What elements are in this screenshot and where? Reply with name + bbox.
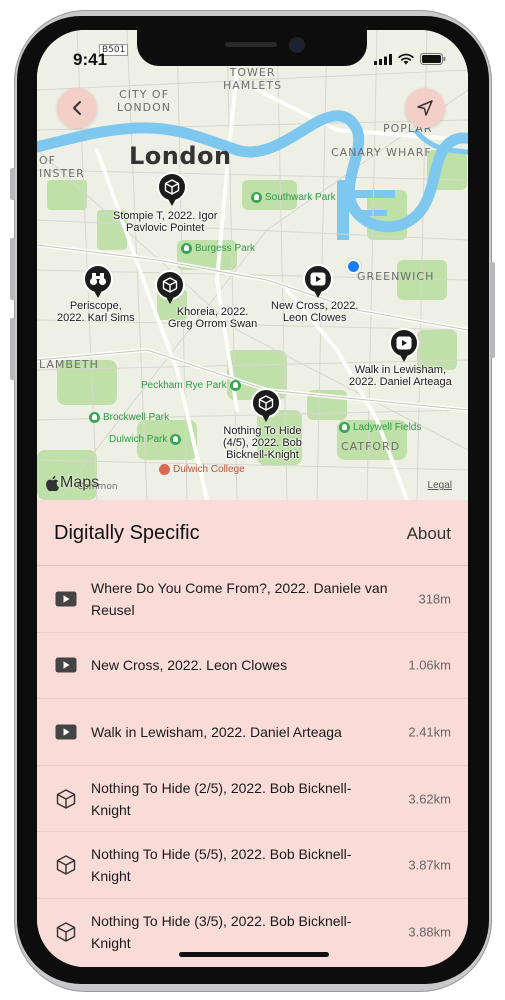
- list-item-title: Nothing To Hide (5/5), 2022. Bob Bicknel…: [91, 846, 352, 885]
- park-icon: [181, 243, 192, 254]
- chevron-left-icon: [73, 101, 81, 115]
- park-label-dulwich: Dulwich Park: [109, 434, 182, 445]
- list-item-title: Nothing To Hide (3/5), 2022. Bob Bicknel…: [91, 913, 352, 952]
- map-pin-label-stompie: Stompie T, 2022. Igor Pavlovic Pointet: [113, 210, 218, 234]
- location-arrow-icon: [417, 100, 433, 116]
- list-item-distance: 3.87km: [408, 857, 451, 873]
- map-label-canary-wharf: CANARY WHARF: [331, 146, 432, 159]
- park-label-burgess: Burgess Park: [181, 243, 255, 254]
- speaker-grille: [225, 42, 277, 47]
- sheet-header: Digitally Specific About: [37, 500, 468, 566]
- map-pin-label-nothing-to-hide-4: Nothing To Hide (4/5), 2022. Bob Bicknel…: [223, 425, 302, 461]
- back-button[interactable]: [57, 88, 97, 128]
- map-view[interactable]: B501 TOWER HAMLETS CITY OF LONDON London…: [37, 30, 468, 500]
- home-indicator[interactable]: [179, 952, 329, 957]
- map-label-lambeth: LAMBETH: [39, 358, 99, 371]
- map-pin-label-new-cross: New Cross, 2022. Leon Clowes: [271, 300, 359, 324]
- list-item-distance: 3.88km: [408, 924, 451, 940]
- park-label-brockwell: Brockwell Park: [89, 412, 169, 423]
- power-button: [490, 262, 495, 358]
- user-location-dot: [346, 259, 361, 274]
- video-icon: [55, 588, 77, 610]
- video-icon: [55, 721, 77, 743]
- park-label-southwark: Southwark Park: [251, 192, 336, 203]
- map-pin-stompie[interactable]: [157, 172, 187, 208]
- map-pin-periscope[interactable]: [83, 264, 113, 300]
- play-icon: [396, 336, 412, 350]
- notch: [137, 30, 367, 66]
- map-label-catford: CATFORD: [341, 440, 401, 453]
- map-pin-label-periscope: Periscope, 2022. Karl Sims: [57, 300, 135, 324]
- volume-up-button: [10, 238, 15, 300]
- park-icon: [339, 422, 350, 433]
- map-pin-label-khoreia: Khoreia, 2022. Greg Orrom Swan: [168, 306, 258, 330]
- map-label-london: London: [129, 142, 232, 170]
- cube-icon: [55, 921, 77, 943]
- list-item-title: Walk in Lewisham, 2022. Daniel Arteaga: [91, 723, 342, 740]
- list-item[interactable]: New Cross, 2022. Leon Clowes 1.06km: [37, 633, 468, 700]
- map-pin-label-walk-lewisham: Walk in Lewisham, 2022. Daniel Arteaga: [349, 364, 452, 388]
- map-pin-walk-lewisham[interactable]: [389, 328, 419, 364]
- play-icon: [310, 272, 326, 286]
- map-label-greenwich: GREENWICH: [357, 270, 435, 283]
- map-pin-new-cross[interactable]: [303, 264, 333, 300]
- school-icon: [159, 464, 170, 475]
- map-label-westminster: OF INSTER: [39, 154, 85, 180]
- cube-icon: [164, 179, 180, 195]
- list-item[interactable]: Nothing To Hide (2/5), 2022. Bob Bicknel…: [37, 766, 468, 833]
- cube-icon: [55, 788, 77, 810]
- status-time: 9:41: [73, 50, 108, 69]
- park-icon: [89, 412, 100, 423]
- cube-icon: [258, 395, 274, 411]
- park-icon: [229, 380, 241, 391]
- screen: B501 TOWER HAMLETS CITY OF LONDON London…: [37, 30, 468, 967]
- map-pin-khoreia[interactable]: [155, 270, 185, 306]
- apple-logo-icon: [46, 475, 59, 491]
- list-item-distance: 1.06km: [408, 657, 451, 673]
- legal-link[interactable]: Legal: [428, 480, 452, 491]
- park-label-ladywell: Ladywell Fields: [339, 422, 421, 433]
- list-item-distance: 318m: [418, 591, 451, 607]
- wifi-icon: [398, 53, 414, 65]
- locate-me-button[interactable]: [405, 88, 445, 128]
- list-item[interactable]: Nothing To Hide (5/5), 2022. Bob Bicknel…: [37, 832, 468, 899]
- list-item-distance: 3.62km: [408, 791, 451, 807]
- silent-switch: [10, 168, 15, 200]
- cube-icon: [55, 854, 77, 876]
- list-item-title: New Cross, 2022. Leon Clowes: [91, 657, 288, 674]
- volume-down-button: [10, 318, 15, 380]
- list-item[interactable]: Where Do You Come From?, 2022. Daniele v…: [37, 566, 468, 633]
- battery-icon: [420, 53, 446, 65]
- cellular-signal-icon: [374, 53, 392, 65]
- map-pin-nothing-to-hide-4[interactable]: [251, 388, 281, 424]
- places-sheet: Digitally Specific About Where Do You Co…: [37, 500, 468, 967]
- video-icon: [55, 654, 77, 676]
- binoculars-icon: [89, 273, 107, 286]
- park-icon: [251, 192, 262, 203]
- front-camera: [291, 39, 303, 51]
- list-item-title: Nothing To Hide (2/5), 2022. Bob Bicknel…: [91, 779, 352, 818]
- about-button[interactable]: About: [407, 524, 451, 544]
- list-item-distance: 2.41km: [408, 724, 451, 740]
- list-item[interactable]: Walk in Lewisham, 2022. Daniel Arteaga 2…: [37, 699, 468, 766]
- map-label-city-of-london: CITY OF LONDON: [117, 88, 171, 114]
- map-label-common: Common: [77, 482, 118, 492]
- park-label-peckham-rye: Peckham Rye Park: [141, 380, 241, 391]
- park-icon: [170, 434, 182, 445]
- poi-label-dulwich-college: Dulwich College: [159, 464, 245, 475]
- cube-icon: [162, 277, 178, 293]
- status-icons: [374, 53, 446, 65]
- list-item-title: Where Do You Come From?, 2022. Daniele v…: [91, 579, 388, 618]
- sheet-title: Digitally Specific: [54, 522, 200, 544]
